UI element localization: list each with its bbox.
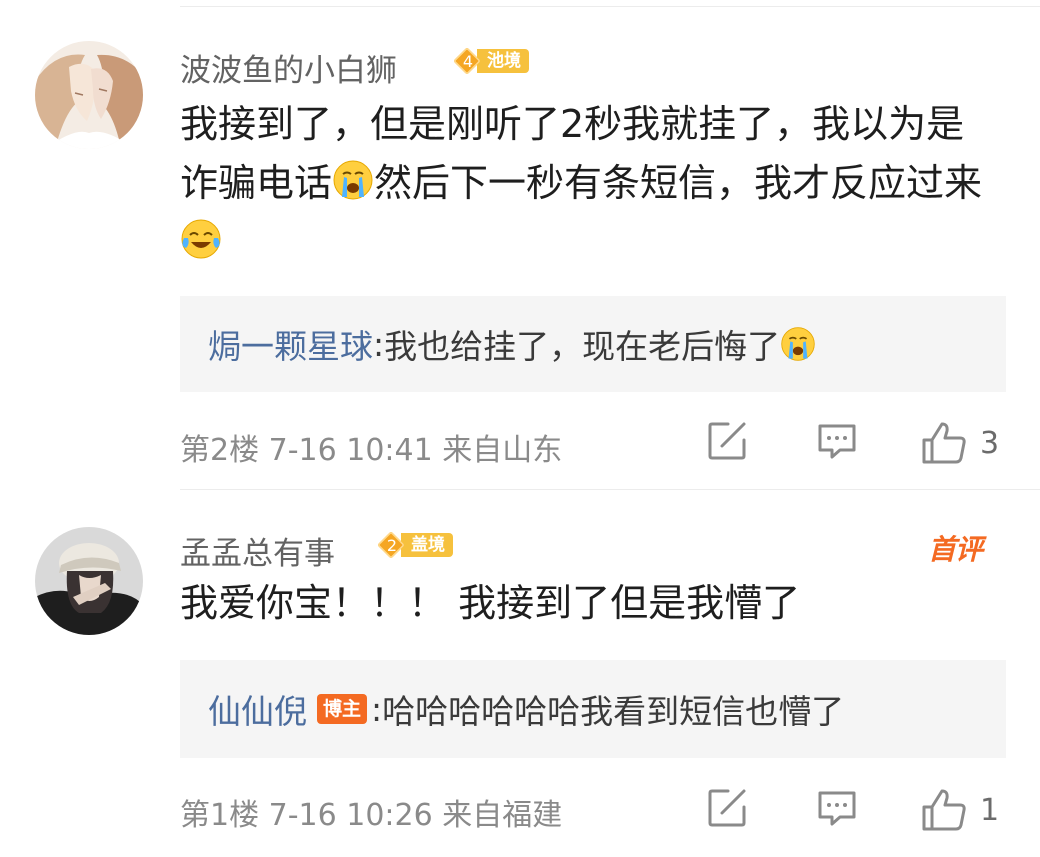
- thumbs-up-icon: [922, 422, 966, 464]
- floor-number: 第1楼: [180, 798, 260, 833]
- laughing-tears-emoji-icon: [181, 219, 221, 259]
- like-count: 3: [980, 425, 1000, 461]
- level-name: 盖境: [401, 533, 453, 557]
- share-button[interactable]: [706, 787, 748, 829]
- edit-share-icon: [708, 422, 746, 460]
- reply-text: 哈哈哈哈哈哈我看到短信也懵了: [382, 692, 845, 731]
- reply-separator: :: [373, 324, 385, 364]
- like-count: 1: [980, 792, 1000, 828]
- avatar-photo-icon: [35, 527, 143, 635]
- comment-meta: 第2楼 7-16 10:41 来自山东: [180, 425, 562, 469]
- reply-username[interactable]: 焗一颗星球: [208, 320, 373, 368]
- reply-button[interactable]: [816, 787, 858, 829]
- reply-preview[interactable]: 焗一颗星球 : 我也给挂了，现在老后悔了: [180, 296, 1006, 392]
- first-comment-badge: 首评: [928, 533, 983, 566]
- user-level-badge[interactable]: 4 池境: [453, 47, 529, 75]
- floor-number: 第2楼: [180, 433, 260, 468]
- reply-text: 我也给挂了，现在老后悔了: [384, 327, 781, 366]
- avatar[interactable]: [35, 527, 143, 635]
- host-badge: 博主: [317, 694, 368, 724]
- comment-meta: 第1楼 7-16 10:26 来自福建: [180, 790, 562, 834]
- comment-text-part2: 然后下一秒有条短信，我才反应过来: [374, 161, 983, 205]
- comment-location: 来自福建: [442, 798, 563, 833]
- reply-preview[interactable]: 仙仙倪 博主 : 哈哈哈哈哈哈我看到短信也懵了: [180, 660, 1006, 758]
- share-button[interactable]: [706, 420, 748, 462]
- reply-username[interactable]: 仙仙倪: [208, 685, 307, 733]
- level-number: 4: [453, 48, 483, 74]
- comment-text: 我接到了，但是刚听了2秒我就挂了，我以为是诈骗电话 然后下一秒有条短信，我才反应…: [180, 95, 1000, 272]
- avatar-illustration-icon: [35, 41, 143, 149]
- comment-item: 波波鱼的小白狮 4 池境 我接到了，但是刚听了2秒我就挂了，我以为是诈骗电话 然…: [0, 0, 1040, 489]
- reply-separator: :: [371, 689, 383, 729]
- edit-share-icon: [708, 789, 746, 827]
- comment-time: 7-16 10:26: [268, 798, 433, 833]
- level-number: 2: [377, 532, 407, 558]
- comment-time: 7-16 10:41: [268, 433, 433, 468]
- avatar[interactable]: [35, 41, 143, 149]
- user-level-badge[interactable]: 2 盖境: [377, 531, 453, 559]
- comment-item: 孟孟总有事 2 盖境 首评 我爱你宝！！！ 我接到了但是我懵了 仙仙倪 博主 :…: [0, 490, 1040, 857]
- comment-bubble-icon: [818, 424, 856, 459]
- level-name: 池境: [477, 49, 529, 73]
- crying-face-emoji-icon: [333, 160, 373, 200]
- like-button[interactable]: 3: [920, 420, 999, 466]
- crying-face-emoji-icon: [781, 327, 815, 361]
- comment-location: 来自山东: [442, 433, 563, 468]
- username[interactable]: 孟孟总有事: [180, 528, 335, 573]
- reply-button[interactable]: [816, 420, 858, 462]
- comment-text: 我爱你宝！！！ 我接到了但是我懵了: [180, 581, 801, 625]
- thumbs-up-icon: [922, 789, 966, 831]
- comment-bubble-icon: [818, 791, 856, 826]
- username[interactable]: 波波鱼的小白狮: [180, 45, 397, 90]
- like-button[interactable]: 1: [920, 787, 999, 833]
